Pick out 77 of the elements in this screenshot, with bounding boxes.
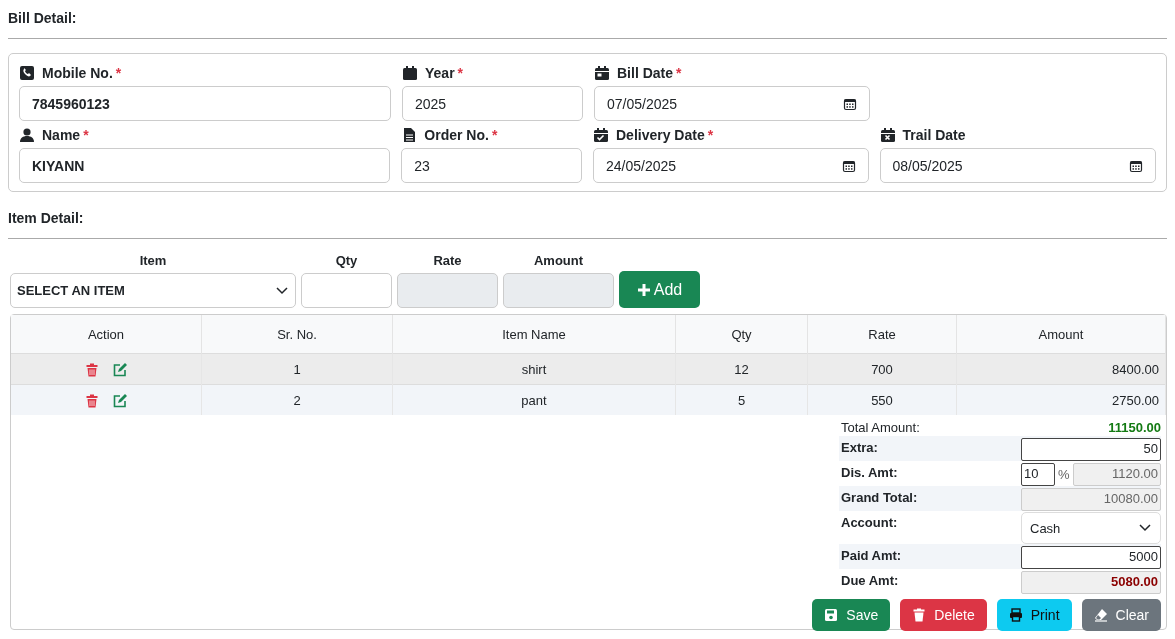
summary-label: Account: <box>841 514 898 530</box>
table-cell: 2 <box>201 384 393 415</box>
field-label: Name * <box>42 127 89 143</box>
account-dropdown[interactable]: Cash <box>1021 512 1161 544</box>
input-field[interactable]: 2025 <box>402 86 583 121</box>
calendar-icon <box>402 65 418 81</box>
date-field[interactable]: 24/05/2025 <box>593 148 869 183</box>
column-label: Amount <box>532 253 585 270</box>
input-field[interactable]: 23 <box>401 148 582 183</box>
plus-icon <box>636 282 651 297</box>
delete-button[interactable]: Delete <box>900 599 987 631</box>
edit-icon[interactable] <box>113 362 127 377</box>
section-heading: Bill Detail: <box>8 9 78 28</box>
column-header: Qty <box>675 315 808 354</box>
calendar-icon <box>843 96 857 111</box>
percent-sign: % <box>1057 466 1071 482</box>
input-field[interactable]: 50 <box>1021 437 1161 461</box>
summary-label: Dis. Amt: <box>841 464 898 480</box>
table-cell: 2750.00 <box>956 384 1166 415</box>
trash-icon[interactable] <box>85 362 99 377</box>
readonly-field: 10080.00 <box>1021 487 1161 511</box>
total-value: 11150.00 <box>1108 419 1161 435</box>
table-cell: pant <box>392 384 676 415</box>
field-label: Mobile No. * <box>42 65 122 81</box>
readonly-field: 5080.00 <box>1021 570 1161 594</box>
print-button[interactable]: Print <box>996 599 1072 631</box>
calendar-icon <box>1129 158 1143 173</box>
column-label: Item <box>138 253 168 270</box>
percent-field[interactable]: 10 <box>1021 462 1055 486</box>
eraser-icon <box>1093 608 1108 622</box>
trash-icon <box>912 608 927 622</box>
field-label: Trail Date <box>902 127 966 143</box>
input-field[interactable]: 7845960123 <box>19 86 391 121</box>
field-label: Bill Date * <box>617 65 682 81</box>
save-button[interactable]: Save <box>812 599 891 631</box>
table-cell: 1 <box>201 353 393 385</box>
summary-label: Total Amount: <box>841 419 920 435</box>
column-header: Sr. No. <box>201 315 393 354</box>
user-icon <box>19 127 35 143</box>
calendar-icon <box>841 158 856 173</box>
trash-icon[interactable] <box>85 393 99 408</box>
qty-field[interactable] <box>301 273 392 308</box>
field-label: Year * <box>425 65 464 81</box>
calendar-icon <box>594 65 610 81</box>
add-button[interactable]: Add <box>619 271 700 308</box>
input-field[interactable]: 5000 <box>1021 545 1161 569</box>
edit-icon[interactable] <box>113 393 127 408</box>
calendar-x-icon <box>879 127 896 143</box>
calendar-check-icon <box>593 127 609 143</box>
item-dropdown[interactable]: SELECT AN ITEM <box>10 273 296 308</box>
column-header: Rate <box>807 315 957 354</box>
summary-label: Due Amt: <box>841 572 899 588</box>
date-field[interactable]: 07/05/2025 <box>594 86 870 121</box>
field-label: Delivery Date * <box>616 127 714 143</box>
field-label: Order No. * <box>424 127 498 143</box>
input-field[interactable]: KIYANN <box>19 148 391 183</box>
section-heading: Item Detail: <box>8 209 85 228</box>
table-cell: shirt <box>392 353 676 385</box>
table-cell: 550 <box>807 384 957 415</box>
phone-icon <box>19 65 35 81</box>
document-icon <box>401 127 418 143</box>
table-cell: 12 <box>675 353 808 385</box>
printer-icon <box>1008 608 1023 622</box>
column-header: Item Name <box>392 315 676 354</box>
summary-label: Paid Amt: <box>841 547 902 563</box>
summary-label: Extra: <box>841 439 878 455</box>
readonly-field: 1120.00 <box>1072 462 1161 486</box>
column-label: Rate <box>432 253 463 270</box>
date-field[interactable]: 08/05/2025 <box>879 148 1156 183</box>
column-label: Qty <box>334 253 359 270</box>
table-cell: 5 <box>675 384 808 415</box>
summary-label: Grand Total: <box>841 489 918 505</box>
column-header: Amount <box>956 315 1166 354</box>
column-header: Action <box>11 315 202 354</box>
table-cell: 8400.00 <box>956 353 1166 385</box>
table-cell: 700 <box>807 353 957 385</box>
clear-button[interactable]: Clear <box>1081 599 1161 631</box>
